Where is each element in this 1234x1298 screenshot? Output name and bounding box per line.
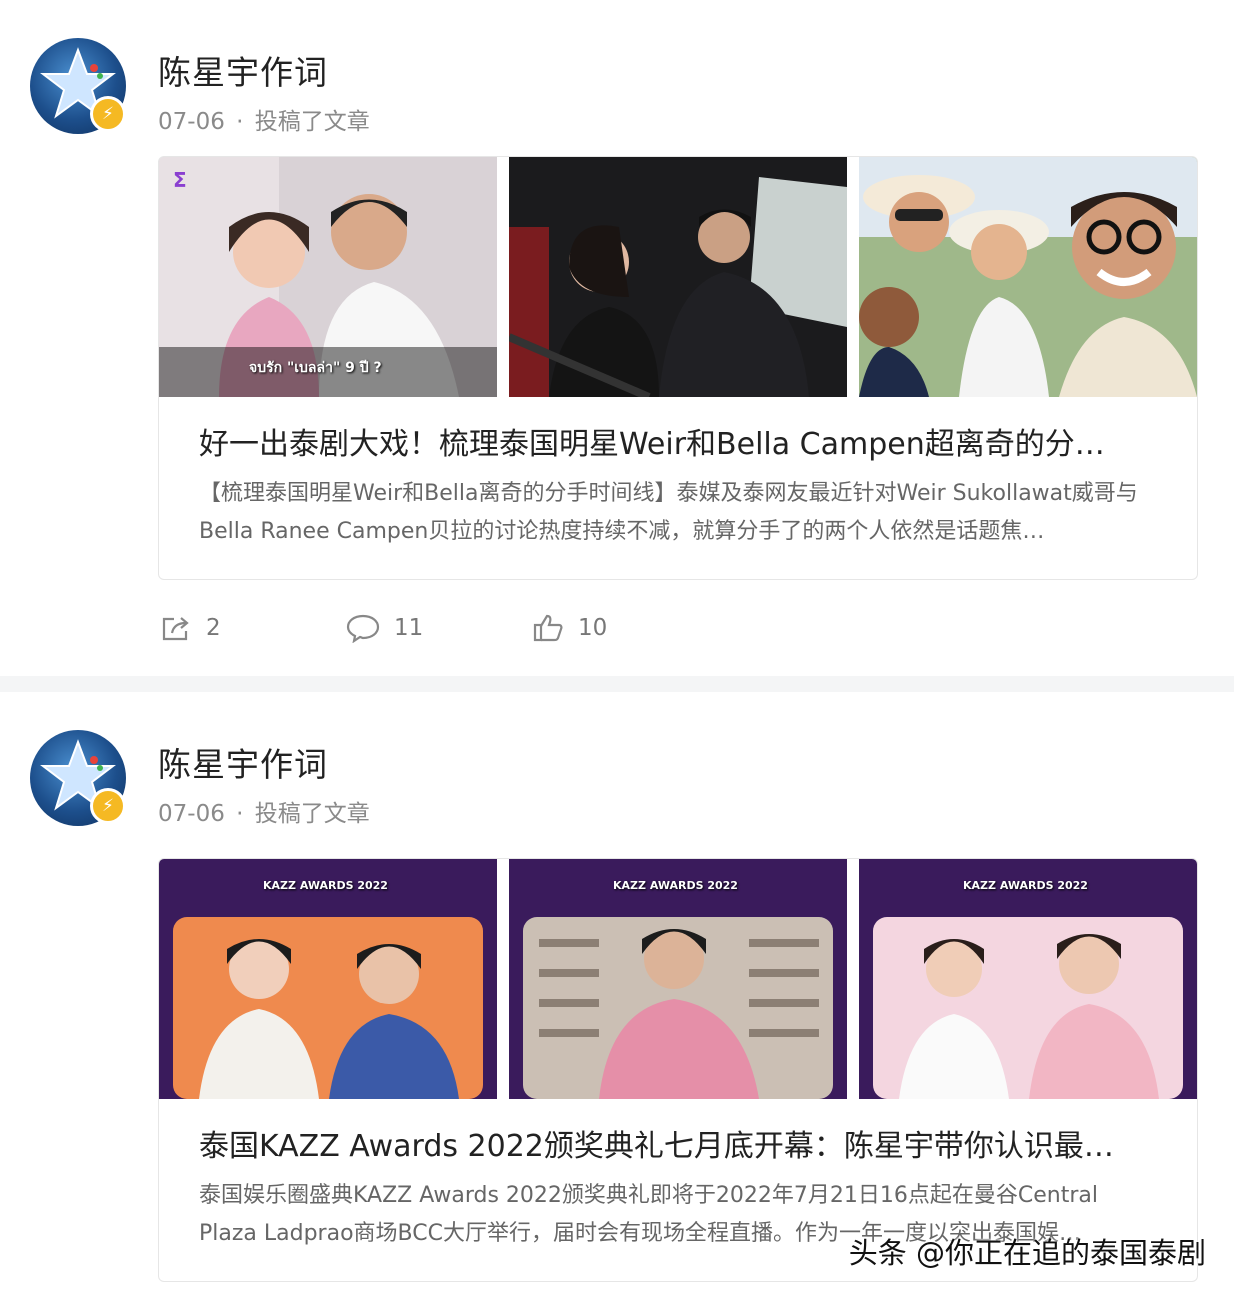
article-preview[interactable]: KAZZ AWARDS 2022 KAZZ AWARDS 2022 KAZZ A… <box>158 858 1198 1282</box>
post-action-text: 投稿了文章 <box>254 109 370 135</box>
share-button[interactable]: 2 <box>160 608 221 648</box>
meta-separator: · <box>236 801 244 827</box>
banner-text: KAZZ AWARDS 2022 <box>613 879 738 892</box>
article-title[interactable]: 好一出泰剧大戏！梳理泰国明星Weir和Bella Campen超离奇的分… <box>199 419 1159 463</box>
comment-icon <box>346 614 380 643</box>
article-thumbnail[interactable]: KAZZ AWARDS 2022 <box>159 859 497 1099</box>
article-title[interactable]: 泰国KAZZ Awards 2022颁奖典礼七月底开幕：陈星宇带你认识最… <box>199 1121 1159 1165</box>
share-icon <box>162 617 189 641</box>
comment-count: 11 <box>394 615 424 641</box>
award-nominee-pair-image <box>859 859 1197 1099</box>
feed-card: ⚡ 陈星宇作词 07-06 · 投稿了文章 Σ จบรัก "เบลล่า" 9… <box>0 0 1234 676</box>
post-action-text: 投稿了文章 <box>254 801 370 827</box>
article-thumbnail[interactable] <box>509 157 847 397</box>
thumbs-up-icon <box>533 614 563 642</box>
article-thumbnail[interactable]: KAZZ AWARDS 2022 <box>509 859 847 1099</box>
share-count: 2 <box>206 615 221 641</box>
thumbnail-caption: จบรัก "เบลล่า" 9 ปี ? <box>249 360 382 376</box>
post-actions: 2 11 10 <box>160 608 760 648</box>
author-avatar[interactable]: ⚡ <box>30 38 126 134</box>
article-thumbnails: Σ จบรัก "เบลล่า" 9 ปี ? <box>159 157 1197 397</box>
post-meta: 07-06 · 投稿了文章 <box>158 794 370 828</box>
post-date: 07-06 <box>158 801 225 827</box>
group-selfie-photo-image <box>859 157 1197 397</box>
post-meta: 07-06 · 投稿了文章 <box>158 102 370 136</box>
article-preview[interactable]: Σ จบรัก "เบลล่า" 9 ปี ? 好一出泰剧大戏！梳理泰国明星We… <box>158 156 1198 580</box>
feed-card: ⚡ 陈星宇作词 07-06 · 投稿了文章 KAZZ AWARDS 2022 K… <box>0 692 1234 1298</box>
article-thumbnail[interactable] <box>859 157 1197 397</box>
award-nominee-single-image <box>509 859 847 1099</box>
banner-text: KAZZ AWARDS 2022 <box>263 879 388 892</box>
like-button[interactable]: 10 <box>532 608 607 648</box>
article-thumbnail[interactable]: KAZZ AWARDS 2022 <box>859 859 1197 1099</box>
award-nominee-duo-image <box>159 859 497 1099</box>
author-avatar[interactable]: ⚡ <box>30 730 126 826</box>
watermark: 头条 @你正在追的泰国泰剧 <box>848 1236 1207 1270</box>
author-name[interactable]: 陈星宇作词 <box>158 738 328 786</box>
author-name[interactable]: 陈星宇作词 <box>158 46 328 94</box>
article-thumbnail[interactable]: Σ จบรัก "เบลล่า" 9 ปี ? <box>159 157 497 397</box>
like-count: 10 <box>578 615 608 641</box>
banner-text: KAZZ AWARDS 2022 <box>963 879 1088 892</box>
verified-badge-icon: ⚡ <box>90 788 126 824</box>
verified-badge-icon: ⚡ <box>90 96 126 132</box>
car-interior-photo-image <box>509 157 847 397</box>
post-date: 07-06 <box>158 109 225 135</box>
comment-button[interactable]: 11 <box>346 608 423 648</box>
article-thumbnails: KAZZ AWARDS 2022 KAZZ AWARDS 2022 KAZZ A… <box>159 859 1197 1099</box>
article-summary: 【梳理泰国明星Weir和Bella离奇的分手时间线】泰媒及泰网友最近针对Weir… <box>199 481 1138 544</box>
meta-separator: · <box>236 109 244 135</box>
svg-text:Σ: Σ <box>173 168 187 192</box>
